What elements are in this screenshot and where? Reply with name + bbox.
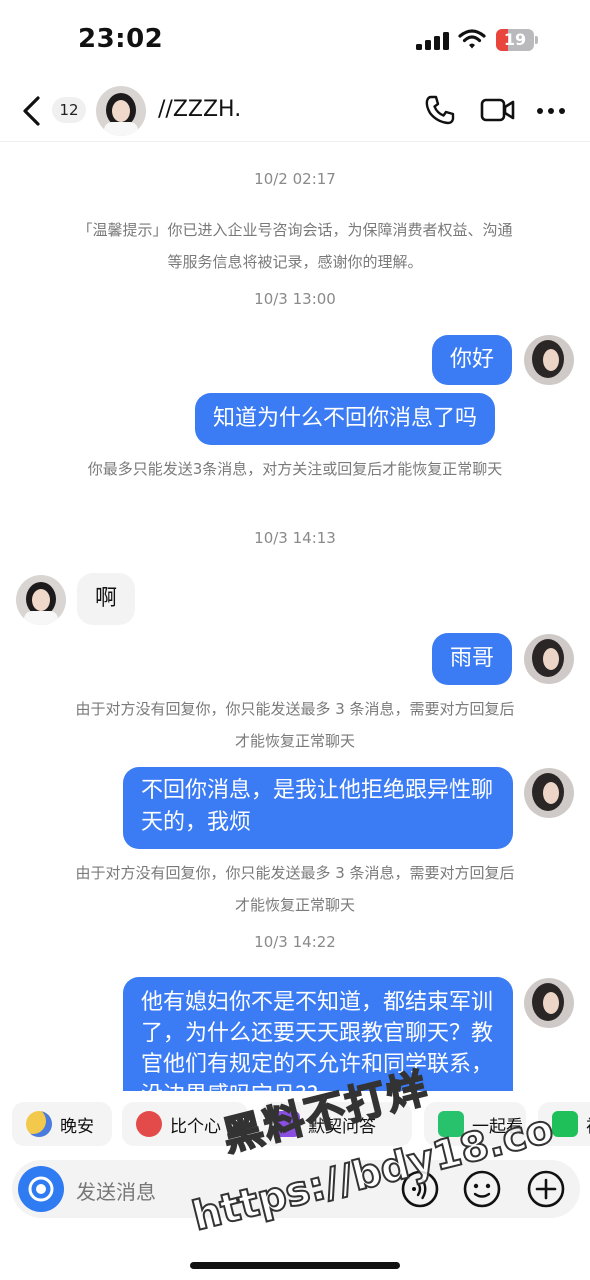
outgoing-message[interactable]: 你好 [432,335,513,385]
unread-count-badge: 12 [52,97,86,123]
system-notice: 由于对方没有回复你，你只能发送最多 3 条消息，需要对方回复后才能恢复正常聊天 [75,864,515,914]
video-call-icon[interactable] [480,96,516,124]
outgoing-message[interactable]: 不回你消息，是我让他拒绝跟异性聊天的，我烦 [123,767,513,849]
battery-indicator: 19 [496,29,538,51]
quick-action-goodnight[interactable]: 晚安 [12,1102,112,1146]
wifi-icon [458,29,486,49]
cellular-signal-icon [416,32,449,50]
video-icon [552,1111,578,1137]
contact-avatar[interactable] [16,575,66,625]
emoji-icon[interactable] [462,1169,502,1209]
my-avatar[interactable] [524,335,574,385]
timestamp: 10/3 14:13 [254,529,336,547]
quick-action-label: 晚安 [60,1116,94,1137]
contact-avatar[interactable] [96,86,146,136]
timestamp: 10/2 02:17 [254,170,336,188]
system-notice: 你最多只能发送3条消息，对方关注或回复后才能恢复正常聊天 [87,460,503,478]
moon-icon [26,1111,52,1137]
chat-header: 12 //ZZZH. [0,80,590,142]
incoming-message[interactable]: 啊 [77,573,136,625]
timestamp: 10/3 14:22 [254,933,336,951]
my-avatar[interactable] [524,978,574,1028]
system-notice: 由于对方没有回复你，你只能发送最多 3 条消息，需要对方回复后才能恢复正常聊天 [75,700,515,750]
quick-action-label: 视频 [586,1112,590,1137]
heart-emoji-icon [136,1111,162,1137]
camera-button[interactable] [18,1166,64,1212]
status-bar: 23:02 19 [0,0,590,80]
camera-icon [28,1176,54,1202]
my-avatar[interactable] [524,768,574,818]
back-arrow-icon[interactable] [18,94,46,128]
my-avatar[interactable] [524,634,574,684]
system-notice: 「温馨提示」你已进入企业号咨询会话，为保障消费者权益、沟通等服务信息将被记录，感… [77,221,513,271]
quick-action-label: 比个心 [170,1116,221,1137]
more-options-icon[interactable] [536,106,566,116]
phone-call-icon[interactable] [424,94,456,126]
message-input[interactable]: 发送消息 [76,1176,156,1205]
outgoing-message[interactable]: 知道为什么不回你消息了吗 [195,393,496,445]
battery-level: 19 [503,30,527,49]
contact-name[interactable]: //ZZZH. [158,97,241,122]
outgoing-message[interactable]: 他有媳妇你不是不知道，都结束军训了，为什么还要天天跟教官聊天？教官他们有规定的不… [123,977,513,1091]
status-time: 23:02 [78,24,164,54]
timestamp: 10/3 13:00 [254,290,336,308]
add-more-icon[interactable] [526,1169,566,1209]
outgoing-message[interactable]: 雨哥 [432,633,513,685]
home-indicator[interactable] [190,1262,400,1269]
